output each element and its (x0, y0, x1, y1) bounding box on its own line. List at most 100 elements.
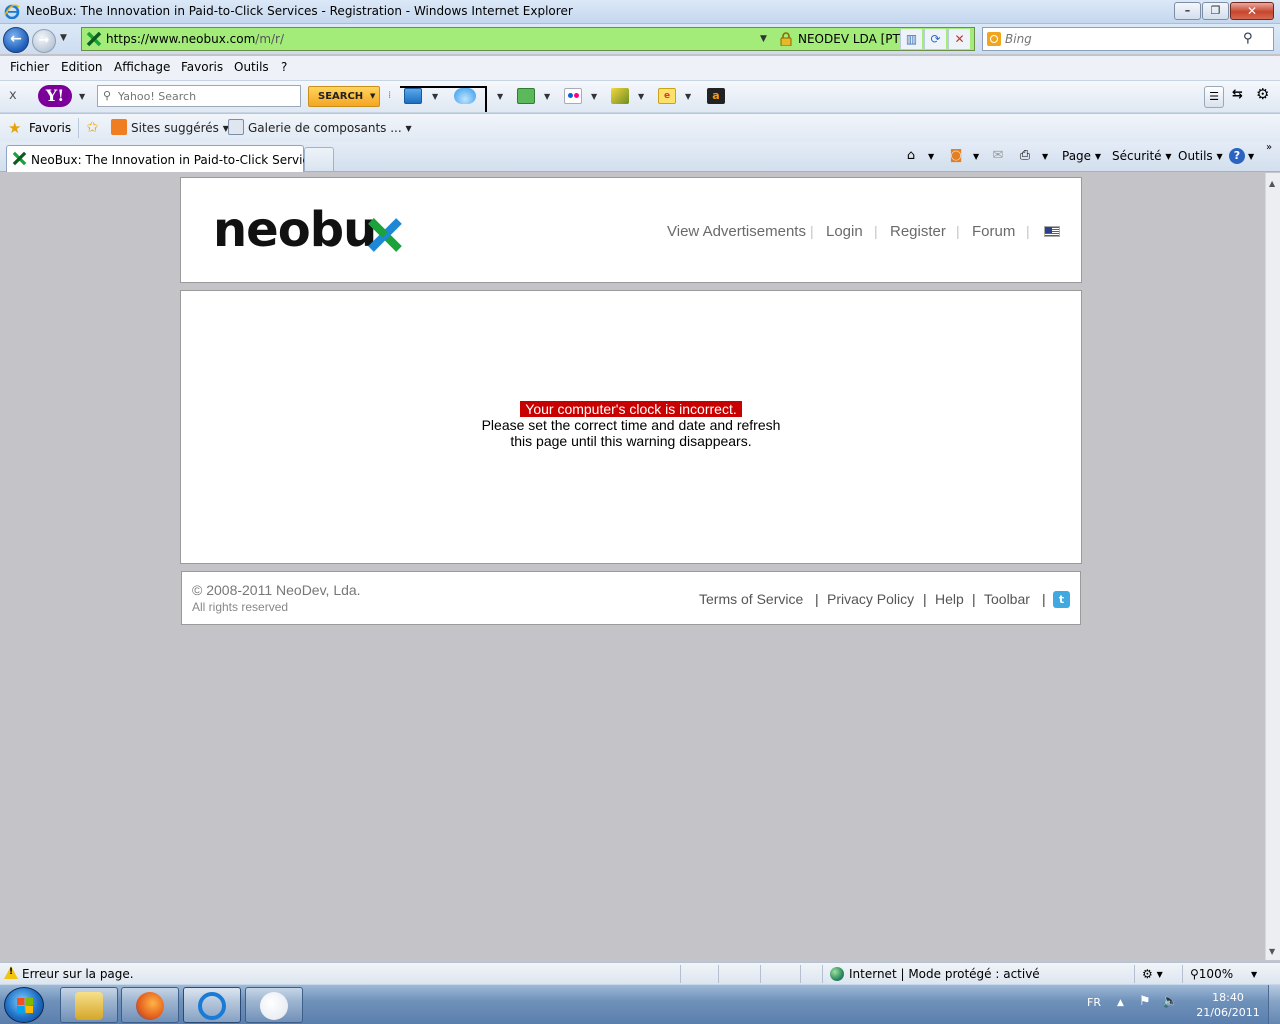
minimize-button[interactable]: – (1174, 2, 1201, 20)
protected-mode-icon[interactable]: ⚙ ▼ (1142, 967, 1163, 981)
start-button[interactable] (4, 987, 44, 1023)
menu-edition[interactable]: Edition (61, 60, 103, 74)
read-mail-icon[interactable]: ✉ (990, 148, 1006, 164)
news-icon[interactable] (517, 88, 535, 104)
close-window-button[interactable]: ✕ (1230, 2, 1274, 20)
home-icon[interactable]: ⌂ (903, 148, 919, 164)
taskbar-internet-explorer[interactable] (183, 987, 241, 1023)
compatibility-view-button[interactable]: ▥ (900, 29, 922, 49)
window-titlebar: NeoBux: The Innovation in Paid-to-Click … (0, 0, 1280, 24)
toolbar-grip-icon[interactable]: ⁞ (388, 90, 391, 101)
print-dropdown-icon[interactable]: ▼ (1042, 149, 1048, 163)
show-desktop-button[interactable] (1268, 985, 1280, 1024)
site-header: neobu View Advertisements | Login | Regi… (180, 177, 1082, 283)
security-zone-text[interactable]: Internet | Mode protégé : activé (849, 967, 1040, 981)
footer-privacy-link[interactable]: Privacy Policy (827, 591, 914, 607)
yahoo-search-input[interactable] (118, 88, 296, 104)
bing-search-input[interactable] (1005, 30, 1235, 48)
search-icon[interactable]: ⚲ (1243, 31, 1253, 46)
toolbar-swap-icon[interactable]: ⇆ (1232, 87, 1250, 103)
print-icon[interactable]: ⎙ (1017, 148, 1033, 164)
scroll-down-icon[interactable]: ▼ (1269, 947, 1275, 956)
news-dropdown-icon[interactable]: ▼ (544, 92, 550, 101)
favorites-button[interactable]: Favoris (29, 121, 71, 135)
zoom-level[interactable]: ⚲100% ▼ (1190, 967, 1257, 981)
notepad-dropdown-icon[interactable]: ▼ (638, 92, 644, 101)
input-language[interactable]: FR (1087, 996, 1101, 1009)
page-menu[interactable]: Page ▼ (1062, 149, 1101, 163)
nav-view-advertisements[interactable]: View Advertisements (667, 223, 806, 240)
windows-logo-icon (17, 998, 33, 1013)
system-clock[interactable]: 18:40 21/06/2011 (1190, 990, 1266, 1020)
back-button[interactable]: ← (3, 27, 29, 53)
us-flag-icon[interactable] (1044, 226, 1060, 237)
taskbar-paint[interactable] (245, 987, 303, 1023)
suggested-sites-link[interactable]: Sites suggérés ▼ (131, 121, 229, 135)
security-certificate-badge[interactable]: NEODEV LDA [PT] (774, 28, 905, 50)
taskbar-firefox[interactable] (121, 987, 179, 1023)
show-hidden-icons[interactable]: ▲ (1117, 998, 1124, 1008)
action-center-flag-icon[interactable]: ⚑ (1139, 994, 1151, 1009)
folder-icon (75, 992, 103, 1020)
flickr-dropdown-icon[interactable]: ▼ (591, 92, 597, 101)
yahoo-search-button[interactable]: SEARCH ▼ (308, 86, 380, 107)
history-dropdown-icon[interactable]: ▼ (60, 33, 67, 43)
menu-favoris[interactable]: Favoris (181, 60, 223, 74)
yahoo-search-box[interactable]: ⚲ (97, 85, 301, 107)
more-commands-icon[interactable]: » (1266, 142, 1272, 153)
minimize-icon: – (1184, 4, 1191, 17)
web-slice-gallery-link[interactable]: Galerie de composants ... ▼ (248, 121, 412, 135)
neobux-logo-x-icon[interactable] (367, 217, 403, 253)
address-bar[interactable]: https://www.neobux.com/m/r/ ▼ NEODEV LDA… (81, 27, 975, 51)
refresh-button[interactable]: ⟳ (924, 29, 946, 49)
nav-register[interactable]: Register (890, 223, 946, 240)
menu-outils[interactable]: Outils (234, 60, 269, 74)
feed-dropdown-icon[interactable]: ▼ (973, 149, 979, 163)
twitter-icon[interactable]: t (1053, 591, 1070, 608)
page-error-text[interactable]: Erreur sur la page. (22, 967, 134, 981)
menu-affichage[interactable]: Affichage (114, 60, 170, 74)
notepad-icon[interactable] (611, 88, 629, 104)
ebay-dropdown-icon[interactable]: ▼ (685, 92, 691, 101)
flickr-icon[interactable] (564, 88, 582, 104)
footer-terms-link[interactable]: Terms of Service (699, 591, 803, 607)
yahoo-menu-dropdown-icon[interactable]: ▼ (79, 92, 85, 101)
favorites-bar: ★ Favoris ✩ Sites suggérés ▼ Galerie de … (0, 114, 1280, 142)
new-tab-button[interactable] (304, 147, 334, 171)
url-dropdown-icon[interactable]: ▼ (760, 34, 767, 44)
url-text[interactable]: https://www.neobux.com/m/r/ (106, 32, 284, 46)
bing-search-box[interactable]: ⚲ (982, 27, 1274, 51)
restore-button[interactable]: ❐ (1202, 2, 1229, 20)
rss-feed-icon[interactable]: ◙ (948, 148, 964, 164)
tools-menu[interactable]: Outils ▼ (1178, 149, 1223, 163)
bing-icon (987, 32, 1001, 46)
forward-button[interactable]: → (32, 29, 56, 53)
scroll-up-icon[interactable]: ▲ (1269, 179, 1275, 188)
close-toolbar-button[interactable]: x (9, 88, 17, 103)
amazon-icon[interactable]: a (707, 88, 725, 104)
footer-toolbar-link[interactable]: Toolbar (984, 591, 1030, 607)
neobux-logo[interactable]: neobu (213, 202, 377, 258)
nav-separator: | (1026, 223, 1030, 239)
weather-dropdown-icon[interactable]: ▼ (497, 92, 503, 101)
help-icon[interactable]: ? (1229, 148, 1245, 164)
taskbar-explorer[interactable] (60, 987, 118, 1023)
volume-icon[interactable]: 🔈 (1162, 994, 1178, 1009)
home-dropdown-icon[interactable]: ▼ (928, 149, 934, 163)
toolbar-list-button[interactable]: ☰ (1204, 86, 1224, 108)
menu-fichier[interactable]: Fichier (10, 60, 49, 74)
gear-icon[interactable]: ⚙ (1256, 85, 1274, 103)
windows-taskbar: FR ▲ ⚑ 🔈 18:40 21/06/2011 (0, 984, 1280, 1024)
security-menu[interactable]: Sécurité ▼ (1112, 149, 1172, 163)
nav-login[interactable]: Login (826, 223, 863, 240)
yahoo-logo[interactable]: Y! (38, 85, 72, 107)
menu-help[interactable]: ? (281, 60, 287, 74)
footer-help-link[interactable]: Help (935, 591, 964, 607)
tab-neobux[interactable]: NeoBux: The Innovation in Paid-to-Click … (6, 145, 334, 172)
nav-forum[interactable]: Forum (972, 223, 1015, 240)
stop-button[interactable]: ✕ (948, 29, 970, 49)
add-to-favorites-icon[interactable]: ✩ (86, 118, 99, 136)
vertical-scrollbar[interactable]: ▲ ▼ (1265, 173, 1280, 960)
help-dropdown-icon[interactable]: ▼ (1248, 149, 1254, 163)
ebay-icon[interactable]: e (658, 88, 676, 104)
